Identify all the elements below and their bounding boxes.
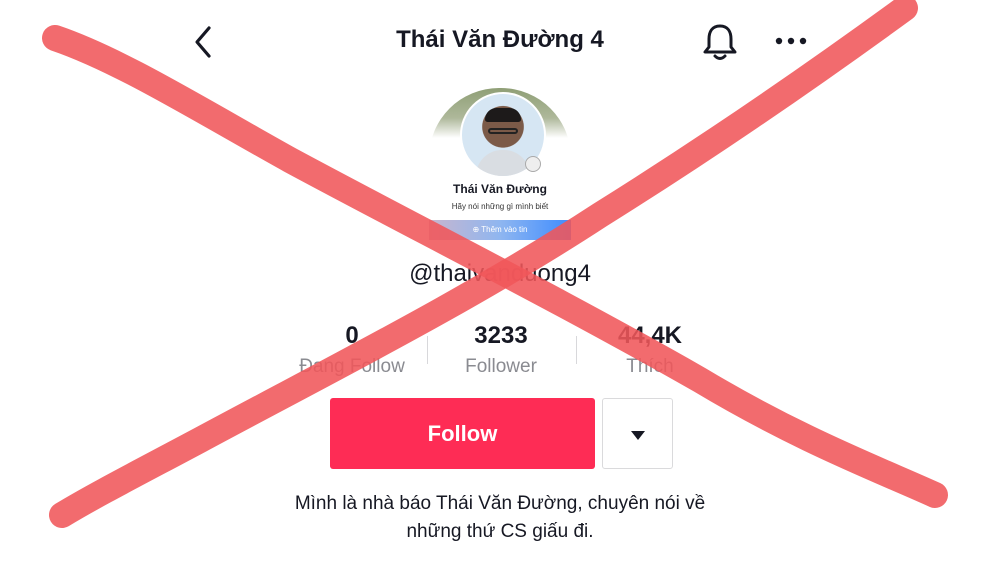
stat-following[interactable]: 0 Đang Follow	[272, 322, 432, 378]
stat-likes[interactable]: 44,4K Thích	[570, 322, 730, 378]
stat-followers-label: Follower	[465, 356, 537, 377]
suggested-accounts-button[interactable]	[602, 398, 673, 469]
stat-following-label: Đang Follow	[299, 356, 405, 377]
stat-likes-label: Thích	[626, 356, 674, 377]
bio: Mình là nhà báo Thái Văn Đường, chuyên n…	[220, 490, 780, 546]
avatar-card-subtitle: Hãy nói những gì mình biết	[451, 202, 549, 211]
stat-likes-value: 44,4K	[617, 322, 683, 349]
bell-icon	[703, 24, 737, 60]
avatar-card[interactable]: Thái Văn Đường Hãy nói những gì mình biế…	[429, 88, 571, 240]
stat-followers-value: 3233	[474, 322, 528, 349]
notification-button[interactable]	[700, 20, 740, 62]
page-title: Thái Văn Đường 4	[396, 26, 604, 53]
camera-icon[interactable]	[525, 156, 541, 172]
back-button[interactable]	[185, 22, 225, 62]
add-story-button[interactable]: ⊕ Thêm vào tin	[429, 225, 571, 234]
avatar-card-name: Thái Văn Đường	[453, 182, 547, 196]
top-bar: Thái Văn Đường 4	[0, 0, 1000, 84]
more-horizontal-icon	[775, 37, 807, 45]
stat-following-value: 0	[345, 322, 359, 349]
username-handle: @thaivanduong4	[409, 260, 591, 287]
avatar-glasses	[488, 128, 518, 134]
chevron-left-icon	[195, 26, 211, 58]
avatar-hair	[485, 108, 521, 122]
follow-button[interactable]: Follow	[330, 398, 595, 469]
bio-line: những thứ CS giấu đi.	[406, 521, 594, 542]
caret-down-icon	[631, 431, 645, 440]
avatar-shirt	[476, 150, 530, 176]
more-options-button[interactable]	[770, 26, 814, 56]
stat-followers[interactable]: 3233 Follower	[421, 322, 581, 378]
bio-line: Mình là nhà báo Thái Văn Đường, chuyên n…	[294, 493, 706, 514]
